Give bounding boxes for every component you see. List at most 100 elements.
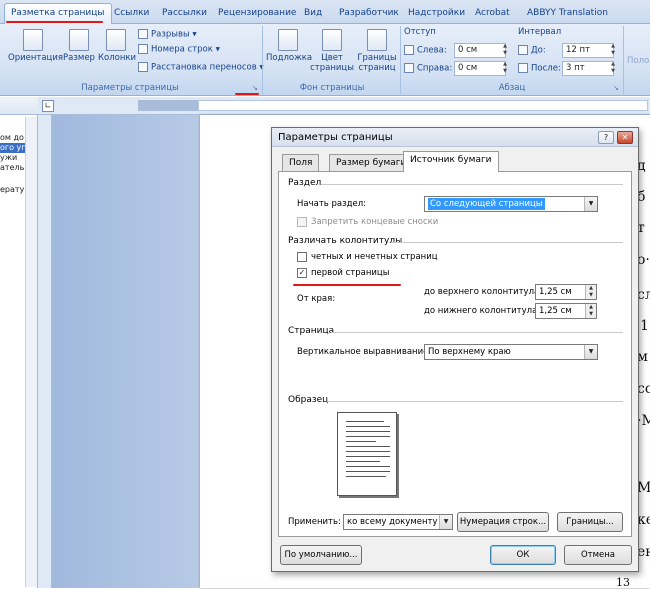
spacing-title: Интервал bbox=[518, 27, 562, 37]
spinner-icon[interactable]: ▲ ▼ bbox=[585, 304, 596, 318]
size-button[interactable]: Размер bbox=[62, 29, 96, 63]
paragraph-launcher-icon[interactable]: ↘ bbox=[613, 84, 621, 92]
tab-stop-selector-icon[interactable]: ∟ bbox=[42, 100, 54, 112]
tab-references[interactable]: Ссылки bbox=[108, 5, 155, 24]
footer-distance-value: 1,25 см bbox=[539, 306, 572, 316]
section-group-title: Раздел bbox=[288, 178, 322, 188]
section-start-label: Начать раздел: bbox=[297, 199, 367, 209]
apply-to-select[interactable]: ко всему документу ▼ bbox=[343, 514, 453, 530]
tab-mailings[interactable]: Рассылки bbox=[156, 5, 213, 24]
chevron-down-icon: ▼ bbox=[584, 345, 597, 359]
tab-acrobat[interactable]: Acrobat bbox=[469, 5, 516, 24]
navigation-scrollbar[interactable] bbox=[25, 117, 37, 587]
spacing-before-spinner[interactable]: ▲ ▼ bbox=[608, 43, 618, 58]
nav-item[interactable]: ужи bbox=[0, 153, 17, 163]
page-group-title: Страница bbox=[288, 326, 335, 336]
tab-view[interactable]: Вид bbox=[298, 5, 328, 24]
headers-group-title: Различать колонтитулы bbox=[288, 236, 403, 246]
indent-left-icon bbox=[404, 45, 414, 55]
preview-line bbox=[346, 461, 380, 462]
columns-button[interactable]: Колонки bbox=[98, 29, 136, 63]
line-numbers-button[interactable]: Номера строк ▾ bbox=[138, 44, 220, 55]
spacing-after-label: После: bbox=[518, 63, 561, 74]
line-numbers-icon bbox=[138, 44, 148, 54]
group-separator bbox=[400, 26, 401, 94]
position-label-cut: Поло bbox=[627, 56, 650, 66]
suppress-endnotes-checkbox[interactable] bbox=[297, 217, 307, 227]
sample-preview bbox=[337, 412, 397, 496]
page-setup-dialog: Параметры страницы ? ✕ Поля Размер бумаг… bbox=[271, 127, 639, 572]
footer-distance-label: до нижнего колонтитула: bbox=[424, 306, 541, 316]
preview-line bbox=[346, 436, 390, 437]
navigation-pane: ом до ого уп ужи ательн ерату bbox=[0, 97, 38, 588]
nav-item[interactable]: ерату bbox=[0, 185, 24, 195]
cancel-button[interactable]: Отмена bbox=[564, 545, 632, 565]
tab-developer[interactable]: Разработчик bbox=[333, 5, 405, 24]
indent-left-spinner[interactable]: ▲ ▼ bbox=[500, 43, 510, 58]
first-page-checkbox[interactable]: ✓ bbox=[297, 268, 307, 278]
page-color-button[interactable]: Цвет страницы bbox=[310, 29, 354, 73]
vertical-alignment-value: По верхнему краю bbox=[428, 347, 511, 357]
spinner-icon[interactable]: ▲ ▼ bbox=[585, 285, 596, 299]
doc-text: 1 bbox=[640, 318, 649, 334]
line-numbers-button[interactable]: Нумерация строк... bbox=[457, 512, 549, 532]
page-borders-button[interactable]: Границы страниц bbox=[356, 29, 398, 73]
header-distance-input[interactable]: 1,25 см ▲ ▼ bbox=[535, 284, 597, 300]
spacing-after-spinner[interactable]: ▲ ▼ bbox=[608, 61, 618, 76]
nav-item-selected[interactable]: ого уп bbox=[0, 143, 27, 153]
divider bbox=[321, 184, 623, 185]
spacing-before-label: До: bbox=[518, 45, 546, 56]
odd-even-checkbox[interactable] bbox=[297, 252, 307, 262]
breaks-button[interactable]: Разрывы ▾ bbox=[138, 29, 197, 40]
indent-right-label: Справа: bbox=[404, 63, 452, 74]
tab-margins[interactable]: Поля bbox=[282, 154, 320, 171]
apply-to-value: ко всему документу bbox=[347, 517, 438, 527]
ok-button[interactable]: ОК bbox=[490, 545, 556, 565]
hyphenation-icon bbox=[138, 62, 148, 72]
divider bbox=[327, 401, 623, 402]
page-borders-icon bbox=[367, 29, 387, 51]
watermark-label: Подложка bbox=[266, 53, 313, 63]
size-label: Размер bbox=[63, 53, 95, 63]
horizontal-ruler[interactable] bbox=[38, 97, 650, 115]
group-separator bbox=[623, 26, 624, 94]
indent-right-input[interactable]: 0 см bbox=[454, 61, 506, 76]
page-setup-launcher-icon[interactable]: ↘ bbox=[252, 84, 260, 92]
footer-distance-input[interactable]: 1,25 см ▲ ▼ bbox=[535, 303, 597, 319]
tab-addins[interactable]: Надстройки bbox=[402, 5, 471, 24]
hyphenation-button[interactable]: Расстановка переносов ▾ bbox=[138, 62, 264, 73]
section-start-value: Со следующей страницы bbox=[428, 198, 545, 210]
nav-item[interactable]: ом до bbox=[0, 133, 24, 143]
spacing-after-input[interactable]: 3 пт bbox=[562, 61, 614, 76]
breaks-icon bbox=[138, 29, 148, 39]
odd-even-label: четных и нечетных страниц bbox=[311, 252, 438, 262]
indent-title: Отступ bbox=[404, 27, 436, 37]
paragraph-group-label: Абзац bbox=[498, 83, 526, 93]
borders-button[interactable]: Границы... bbox=[557, 512, 623, 532]
vertical-alignment-select[interactable]: По верхнему краю ▼ bbox=[424, 344, 598, 360]
group-separator bbox=[262, 26, 263, 94]
spacing-after-icon bbox=[518, 63, 528, 73]
annotation-underline-checkboxes bbox=[293, 284, 401, 286]
navigation-pane-header bbox=[0, 97, 38, 115]
section-start-select[interactable]: Со следующей страницы ▼ bbox=[424, 196, 598, 212]
indent-left-label: Слева: bbox=[404, 45, 447, 56]
set-default-button[interactable]: По умолчанию... bbox=[280, 545, 362, 565]
close-button[interactable]: ✕ bbox=[617, 131, 633, 144]
sample-group-title: Образец bbox=[288, 395, 329, 405]
orientation-button[interactable]: Ориентация bbox=[8, 29, 63, 63]
tab-review[interactable]: Рецензирование bbox=[212, 5, 302, 24]
watermark-button[interactable]: Подложка bbox=[266, 29, 313, 63]
divider bbox=[391, 242, 623, 243]
tab-abbyy[interactable]: ABBYY Translation bbox=[521, 5, 614, 24]
vertical-ruler[interactable] bbox=[38, 115, 52, 588]
vertical-alignment-label: Вертикальное выравнивание: bbox=[297, 347, 432, 357]
spacing-before-input[interactable]: 12 пт bbox=[562, 43, 614, 58]
indent-left-input[interactable]: 0 см bbox=[454, 43, 506, 58]
tab-paper-source[interactable]: Источник бумаги bbox=[403, 151, 499, 172]
tab-paper-size[interactable]: Размер бумаги bbox=[329, 154, 414, 171]
help-button[interactable]: ? bbox=[598, 131, 614, 144]
preview-line bbox=[346, 466, 390, 467]
indent-right-spinner[interactable]: ▲ ▼ bbox=[500, 61, 510, 76]
divider bbox=[331, 332, 623, 333]
